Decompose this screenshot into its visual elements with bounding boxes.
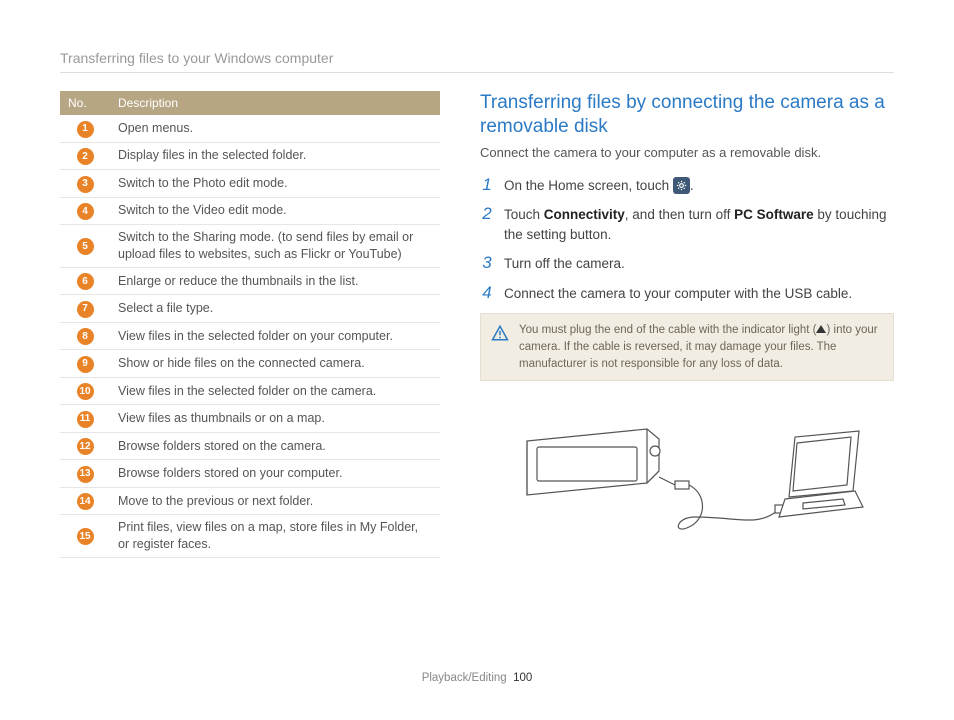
home-icon: [673, 177, 690, 194]
step-3: 3 Turn off the camera.: [480, 254, 894, 274]
number-badge: 12: [77, 438, 94, 455]
row-number-cell: 2: [60, 142, 110, 170]
table-row: 9 Show or hide files on the connected cam…: [60, 350, 440, 378]
row-description: Browse folders stored on your computer.: [110, 460, 440, 488]
row-number-cell: 7: [60, 295, 110, 323]
col-header-no: No.: [60, 91, 110, 115]
footer-page: 100: [513, 672, 532, 684]
number-badge: 11: [77, 411, 94, 428]
step-text: Turn off the camera.: [504, 254, 625, 274]
number-badge: 14: [77, 493, 94, 510]
row-number-cell: 4: [60, 197, 110, 225]
row-number-cell: 8: [60, 322, 110, 350]
description-table: No. Description 1 Open menus. 2 Display fil…: [60, 91, 440, 558]
step-text: Touch: [504, 207, 544, 222]
number-badge: 1: [77, 121, 94, 138]
page-footer: Playback/Editing 100: [0, 672, 954, 684]
step-text: .: [690, 178, 694, 193]
step-text: , and then turn off: [625, 207, 734, 222]
table-row: 4 Switch to the Video edit mode.: [60, 197, 440, 225]
table-row: 5 Switch to the Sharing mode. (to send fi…: [60, 225, 440, 268]
table-row: 12 Browse folders stored on the camera.: [60, 432, 440, 460]
footer-section: Playback/Editing: [422, 672, 507, 684]
step-text: Connect the camera to your computer with…: [504, 284, 852, 304]
row-description: Select a file type.: [110, 295, 440, 323]
table-row: 7 Select a file type.: [60, 295, 440, 323]
table-row: 13 Browse folders stored on your computer…: [60, 460, 440, 488]
table-row: 10 View files in the selected folder on t…: [60, 377, 440, 405]
row-number-cell: 12: [60, 432, 110, 460]
row-description: Display files in the selected folder.: [110, 142, 440, 170]
number-badge: 4: [77, 203, 94, 220]
step-bold: PC Software: [734, 207, 814, 222]
row-number-cell: 3: [60, 170, 110, 198]
row-description: Print files, view files on a map, store …: [110, 515, 440, 558]
row-description: View files in the selected folder on you…: [110, 322, 440, 350]
section-heading: Transferring files by connecting the cam…: [480, 91, 894, 139]
step-4: 4 Connect the camera to your computer wi…: [480, 284, 894, 304]
row-number-cell: 15: [60, 515, 110, 558]
section-subtext: Connect the camera to your computer as a…: [480, 145, 894, 160]
table-row: 11 View files as thumbnails or on a map.: [60, 405, 440, 433]
number-badge: 6: [77, 273, 94, 290]
number-badge: 2: [77, 148, 94, 165]
step-number: 1: [480, 176, 494, 195]
step-bold: Connectivity: [544, 207, 625, 222]
row-description: Show or hide files on the connected came…: [110, 350, 440, 378]
row-description: Move to the previous or next folder.: [110, 487, 440, 515]
table-row: 3 Switch to the Photo edit mode.: [60, 170, 440, 198]
table-row: 2 Display files in the selected folder.: [60, 142, 440, 170]
row-description: Open menus.: [110, 115, 440, 142]
row-number-cell: 5: [60, 225, 110, 268]
row-number-cell: 14: [60, 487, 110, 515]
number-badge: 10: [77, 383, 94, 400]
step-number: 2: [480, 205, 494, 224]
warning-callout: You must plug the end of the cable with …: [480, 313, 894, 381]
warning-icon: [491, 324, 509, 342]
page-header: Transferring files to your Windows compu…: [60, 50, 894, 66]
row-description: Switch to the Sharing mode. (to send fil…: [110, 225, 440, 268]
callout-text: You must plug the end of the cable with …: [519, 324, 816, 336]
row-number-cell: 9: [60, 350, 110, 378]
row-description: View files as thumbnails or on a map.: [110, 405, 440, 433]
number-badge: 7: [77, 301, 94, 318]
table-row: 15 Print files, view files on a map, stor…: [60, 515, 440, 558]
number-badge: 9: [77, 356, 94, 373]
number-badge: 3: [77, 176, 94, 193]
row-number-cell: 6: [60, 267, 110, 295]
step-1: 1 On the Home screen, touch .: [480, 176, 894, 196]
triangle-up-icon: [816, 325, 826, 333]
number-badge: 13: [77, 466, 94, 483]
row-number-cell: 1: [60, 115, 110, 142]
row-description: Switch to the Video edit mode.: [110, 197, 440, 225]
col-header-desc: Description: [110, 91, 440, 115]
row-description: Switch to the Photo edit mode.: [110, 170, 440, 198]
row-description: Enlarge or reduce the thumbnails in the …: [110, 267, 440, 295]
number-badge: 5: [77, 238, 94, 255]
steps-list: 1 On the Home screen, touch . 2 Touch Co…: [480, 176, 894, 304]
row-number-cell: 11: [60, 405, 110, 433]
number-badge: 8: [77, 328, 94, 345]
step-text: On the Home screen, touch: [504, 178, 673, 193]
step-number: 4: [480, 284, 494, 303]
row-description: View files in the selected folder on the…: [110, 377, 440, 405]
table-row: 6 Enlarge or reduce the thumbnails in the…: [60, 267, 440, 295]
step-number: 3: [480, 254, 494, 273]
step-2: 2 Touch Connectivity, and then turn off …: [480, 205, 894, 244]
table-row: 8 View files in the selected folder on yo…: [60, 322, 440, 350]
row-description: Browse folders stored on the camera.: [110, 432, 440, 460]
number-badge: 15: [77, 528, 94, 545]
table-row: 1 Open menus.: [60, 115, 440, 142]
connection-diagram: [480, 399, 894, 552]
row-number-cell: 10: [60, 377, 110, 405]
table-row: 14 Move to the previous or next folder.: [60, 487, 440, 515]
row-number-cell: 13: [60, 460, 110, 488]
header-rule: [60, 72, 894, 73]
